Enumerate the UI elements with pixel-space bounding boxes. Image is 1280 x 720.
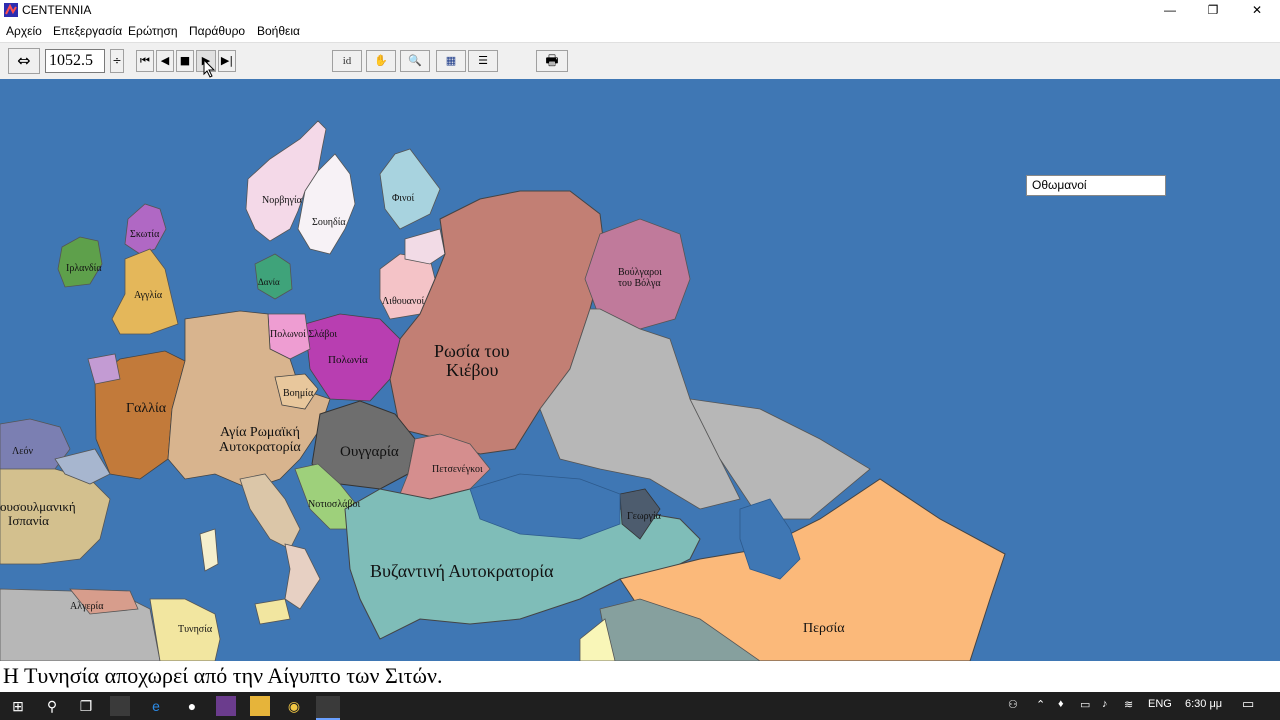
region-tooltip: Οθωμανοί [1026, 175, 1166, 196]
label-hungary: Ουγγαρία [340, 444, 399, 460]
notification-icon[interactable]: ▭ [1242, 696, 1254, 712]
label-poland: Πολωνία [328, 354, 368, 366]
label-kievan-rus-2: Κιέβου [446, 360, 499, 380]
label-england: Αγγλία [134, 290, 163, 301]
list-view-button[interactable]: ☰ [468, 50, 498, 72]
label-lithuanians: Λιθουανοί [382, 296, 424, 307]
region-baltic-small [404, 228, 446, 265]
identify-button[interactable]: id [332, 50, 362, 72]
first-button[interactable]: ⏮ [136, 50, 154, 72]
label-norway: Νορβηγία [262, 195, 303, 206]
event-status-line: Η Τυνησία αποχωρεί από την Αίγυπτο των Σ… [0, 661, 1280, 691]
restore-button[interactable]: ❐ [1190, 0, 1236, 20]
label-hre-2: Αυτοκρατορία [219, 440, 301, 455]
region-italy-north [239, 473, 301, 550]
people-icon[interactable]: ⚇ [1008, 698, 1018, 711]
centennia-taskbar-icon[interactable] [316, 696, 340, 720]
label-volga-bulgars-1: Βούλγαροι [618, 267, 662, 278]
toolbar: ⇔ 1052.5 ÷ ⏮ ◀ ■ ▶ ▶| id ✋ 🔍 ▦ ☰ 🖶 [0, 42, 1280, 80]
map-view-button[interactable]: ▦ [436, 50, 466, 72]
label-scotland: Σκωτία [130, 229, 160, 240]
label-south-slavs: Νοτιοσλάβοι [308, 499, 360, 510]
region-brittany [87, 353, 121, 385]
mic-icon[interactable]: ♦ [1058, 698, 1064, 710]
store-icon[interactable] [110, 696, 130, 716]
minimize-button[interactable]: — [1147, 0, 1193, 20]
label-pechenegs: Πετσενέγκοι [432, 464, 483, 475]
label-ireland: Ιρλανδία [66, 263, 102, 274]
window-title: CENTENNIA [22, 3, 92, 17]
label-volga-bulgars-2: του Βόλγα [618, 278, 661, 289]
label-denmark: Δανία [258, 277, 280, 287]
media-icon[interactable]: ● [182, 696, 202, 716]
clock[interactable]: 6:30 μμ [1185, 698, 1222, 710]
print-button[interactable]: 🖶 [536, 50, 568, 72]
network-icon[interactable]: ≋ [1124, 698, 1133, 711]
menu-file[interactable]: Αρχείο [6, 24, 42, 38]
task-view-icon[interactable]: ❐ [76, 696, 96, 716]
menu-edit[interactable]: Επεξεργασία [53, 24, 122, 38]
europe-map[interactable]: Νορβηγία Σουηδία Φινοί Σκωτία Ιρλανδία Α… [0, 79, 1280, 661]
label-algeria: Αλγερία [70, 601, 104, 612]
label-polish-slavs: Πολωνοί Σλάβοι [270, 329, 337, 340]
label-byzantine: Βυζαντινή Αυτοκρατορία [370, 561, 554, 581]
direction-swap-button[interactable]: ⇔ [8, 48, 40, 74]
label-muslim-spain-2: Ισπανία [8, 513, 49, 528]
next-button[interactable]: ▶| [218, 50, 236, 72]
title-bar: CENTENNIA — ❐ ✕ [0, 0, 1280, 20]
menu-query[interactable]: Ερώτηση [128, 24, 178, 38]
label-kievan-rus-1: Ρωσία του [434, 341, 510, 361]
label-leon: Λεόν [12, 446, 33, 457]
label-sweden: Σουηδία [312, 217, 346, 228]
search-icon[interactable]: ⚲ [42, 696, 62, 716]
menu-help[interactable]: Βοήθεια [257, 24, 300, 38]
taskbar: ⊞ ⚲ ❐ e ● ◉ ⚇ ⌃ ♦ ▭ ♪ ≋ ENG 6:30 μμ ▭ [0, 692, 1280, 720]
label-georgia: Γεωργία [627, 511, 662, 522]
centennia-app-icon [4, 3, 18, 17]
chevron-up-icon[interactable]: ⌃ [1036, 698, 1045, 711]
chrome-icon[interactable]: ◉ [284, 696, 304, 716]
label-tunisia: Τυνησία [178, 624, 213, 635]
prev-button[interactable]: ◀ [156, 50, 174, 72]
region-ireland [57, 236, 103, 288]
battery-icon[interactable]: ▭ [1080, 698, 1090, 711]
region-italy-south [284, 543, 321, 610]
label-hre-1: Αγία Ρωμαϊκή [220, 425, 300, 440]
region-sardinia [199, 528, 219, 572]
zoom-button[interactable]: 🔍 [400, 50, 430, 72]
region-sicily [254, 598, 291, 625]
region-finns [379, 148, 441, 230]
menu-window[interactable]: Παράθυρο [189, 24, 245, 38]
app-icon[interactable] [216, 696, 236, 716]
label-muslim-spain-1: ουσουλμανική [0, 499, 76, 514]
volume-icon[interactable]: ♪ [1102, 698, 1108, 710]
windows-start-icon[interactable]: ⊞ [8, 696, 28, 716]
hand-pan-button[interactable]: ✋ [366, 50, 396, 72]
edge-icon[interactable]: e [146, 696, 166, 716]
map-view[interactable]: Νορβηγία Σουηδία Φινοί Σκωτία Ιρλανδία Α… [0, 79, 1280, 661]
label-bohemia: Βοημία [283, 388, 314, 399]
label-france: Γαλλία [126, 401, 167, 416]
language-indicator[interactable]: ENG [1148, 698, 1172, 710]
label-persia: Περσία [803, 621, 845, 636]
menu-bar: Αρχείο Επεξεργασία Ερώτηση Παράθυρο Βοήθ… [0, 20, 1280, 40]
year-spinner[interactable]: ÷ [110, 49, 124, 73]
folder-icon[interactable] [250, 696, 270, 716]
stop-button[interactable]: ■ [176, 50, 194, 72]
year-input[interactable]: 1052.5 [45, 49, 105, 73]
mouse-cursor-icon [203, 59, 216, 78]
label-finns: Φινοί [392, 193, 415, 204]
close-button[interactable]: ✕ [1234, 0, 1280, 20]
